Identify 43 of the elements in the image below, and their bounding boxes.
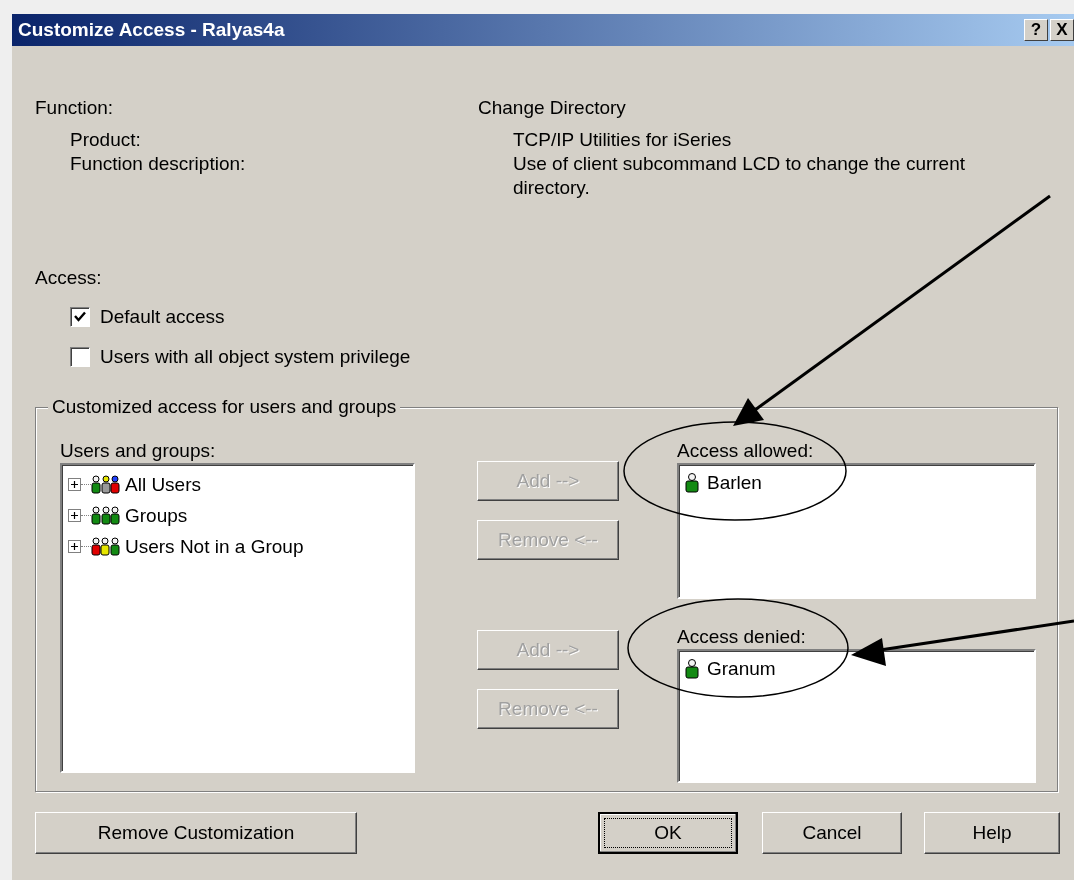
checkbox[interactable] [70,307,90,327]
tree-item-label: All Users [125,473,201,496]
user-name: Granum [707,658,776,680]
list-label: Users and groups: [60,439,217,463]
help-button[interactable]: ? [1024,19,1048,41]
expander-icon[interactable] [68,540,81,553]
checkbox-label: Users with all object system privilege [100,346,411,368]
tree-item[interactable]: Groups [68,500,407,531]
list-item[interactable]: Granum [683,655,1030,683]
checkbox-label: Default access [100,306,225,328]
tree-item[interactable]: Users Not in a Group [68,531,407,562]
window-title: Customize Access - Ralyas4a [18,19,286,41]
dialog-button[interactable]: Cancel [762,812,902,854]
tree-item-label: Users Not in a Group [125,535,304,558]
list-box[interactable]: Barlen [677,463,1036,599]
close-button[interactable]: X [1050,19,1074,41]
list-box[interactable]: Granum [677,649,1036,783]
expander-icon[interactable] [68,509,81,522]
users-icon [91,474,121,495]
section-label: Access: [35,267,103,289]
field-label: Function description: [69,152,247,176]
list-label: Access allowed: [677,439,815,463]
dialog-button[interactable]: Help [924,812,1060,854]
dialog-button[interactable]: OK [598,812,738,854]
user-icon [683,658,701,680]
list-label: Access denied: [677,625,807,649]
users-icon [91,536,121,557]
field-label: Product: [69,128,142,152]
checkbox[interactable] [70,347,90,367]
list-item[interactable]: Barlen [683,469,1030,497]
group-icon [91,505,121,526]
tree-item-label: Groups [125,504,188,527]
tree-item[interactable]: All Users [68,469,407,500]
field-value: Use of client subcommand LCD to change the current directory. [512,152,966,200]
user-name: Barlen [707,472,762,494]
checkmark-icon [74,311,86,323]
dialog-button[interactable]: Remove Customization [35,812,357,854]
tree-view[interactable]: All Users Groups Users Not in a Group [60,463,415,773]
expander-icon[interactable] [68,478,81,491]
field-label: Function: [35,96,115,120]
field-value: TCP/IP Utilities for iSeries [512,128,733,152]
user-icon [683,472,701,494]
field-value: Change Directory [478,96,627,120]
